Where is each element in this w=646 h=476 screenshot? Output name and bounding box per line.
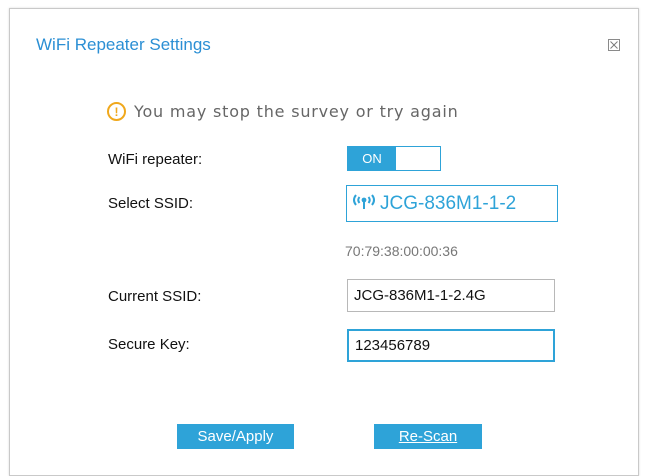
dialog-title: WiFi Repeater Settings [36, 35, 211, 54]
survey-notice: ! You may stop the survey or try again [107, 102, 459, 121]
ssid-select[interactable]: JCG-836M1-1-2 [346, 185, 558, 222]
current-ssid-label: Current SSID: [108, 288, 202, 305]
wifi-signal-icon [351, 192, 377, 215]
mac-address: 70:79:38:00:00:36 [345, 243, 458, 259]
secure-key-input[interactable] [347, 329, 555, 362]
select-ssid-label: Select SSID: [108, 195, 194, 212]
selected-ssid: JCG-836M1-1-2 [380, 192, 517, 214]
info-icon: ! [107, 102, 126, 121]
close-icon[interactable] [608, 39, 620, 51]
toggle-on-label: ON [348, 147, 396, 170]
wifi-repeater-toggle[interactable]: ON [347, 146, 441, 171]
wifi-repeater-label: WiFi repeater: [108, 151, 203, 168]
notice-text: You may stop the survey or try again [134, 102, 459, 121]
secure-key-label: Secure Key: [108, 336, 190, 353]
rescan-button[interactable]: Re-Scan [374, 424, 482, 449]
wifi-repeater-dialog: WiFi Repeater Settings ! You may stop th… [9, 8, 639, 476]
save-apply-button[interactable]: Save/Apply [177, 424, 294, 449]
current-ssid-input[interactable] [347, 279, 555, 312]
